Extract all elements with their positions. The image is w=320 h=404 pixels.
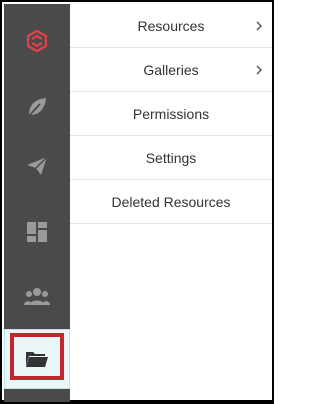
menu-item-label: Permissions — [132, 105, 210, 122]
dashboard-icon — [26, 221, 48, 243]
chevron-right-icon — [256, 62, 263, 78]
leaf-icon — [26, 96, 48, 118]
send-icon — [26, 156, 48, 176]
menu-item-resources[interactable]: Resources — [70, 4, 272, 48]
users-icon — [24, 286, 50, 306]
folder-icon — [25, 350, 49, 368]
resources-menu: Resources Galleries Permissions Settings… — [70, 4, 272, 224]
sidebar-item-home[interactable] — [4, 8, 70, 74]
sidebar-item-dashboard[interactable] — [4, 199, 70, 265]
menu-item-permissions[interactable]: Permissions — [70, 92, 272, 136]
sidebar-item-publish[interactable] — [4, 133, 70, 199]
menu-item-label: Deleted Resources — [111, 193, 231, 210]
menu-item-label: Settings — [145, 149, 197, 166]
sidebar-item-users[interactable] — [4, 263, 70, 329]
menu-item-settings[interactable]: Settings — [70, 136, 272, 180]
app-window: Resources Galleries Permissions Settings… — [0, 0, 274, 404]
menu-item-label: Galleries — [143, 61, 199, 78]
sidebar-item-resources[interactable] — [4, 329, 70, 389]
logo-icon — [27, 30, 47, 52]
menu-item-label: Resources — [137, 17, 205, 34]
menu-item-galleries[interactable]: Galleries — [70, 48, 272, 92]
sidebar-item-content[interactable] — [4, 74, 70, 140]
icon-sidebar — [4, 4, 70, 402]
menu-item-deleted-resources[interactable]: Deleted Resources — [70, 180, 272, 224]
chevron-right-icon — [256, 18, 263, 34]
